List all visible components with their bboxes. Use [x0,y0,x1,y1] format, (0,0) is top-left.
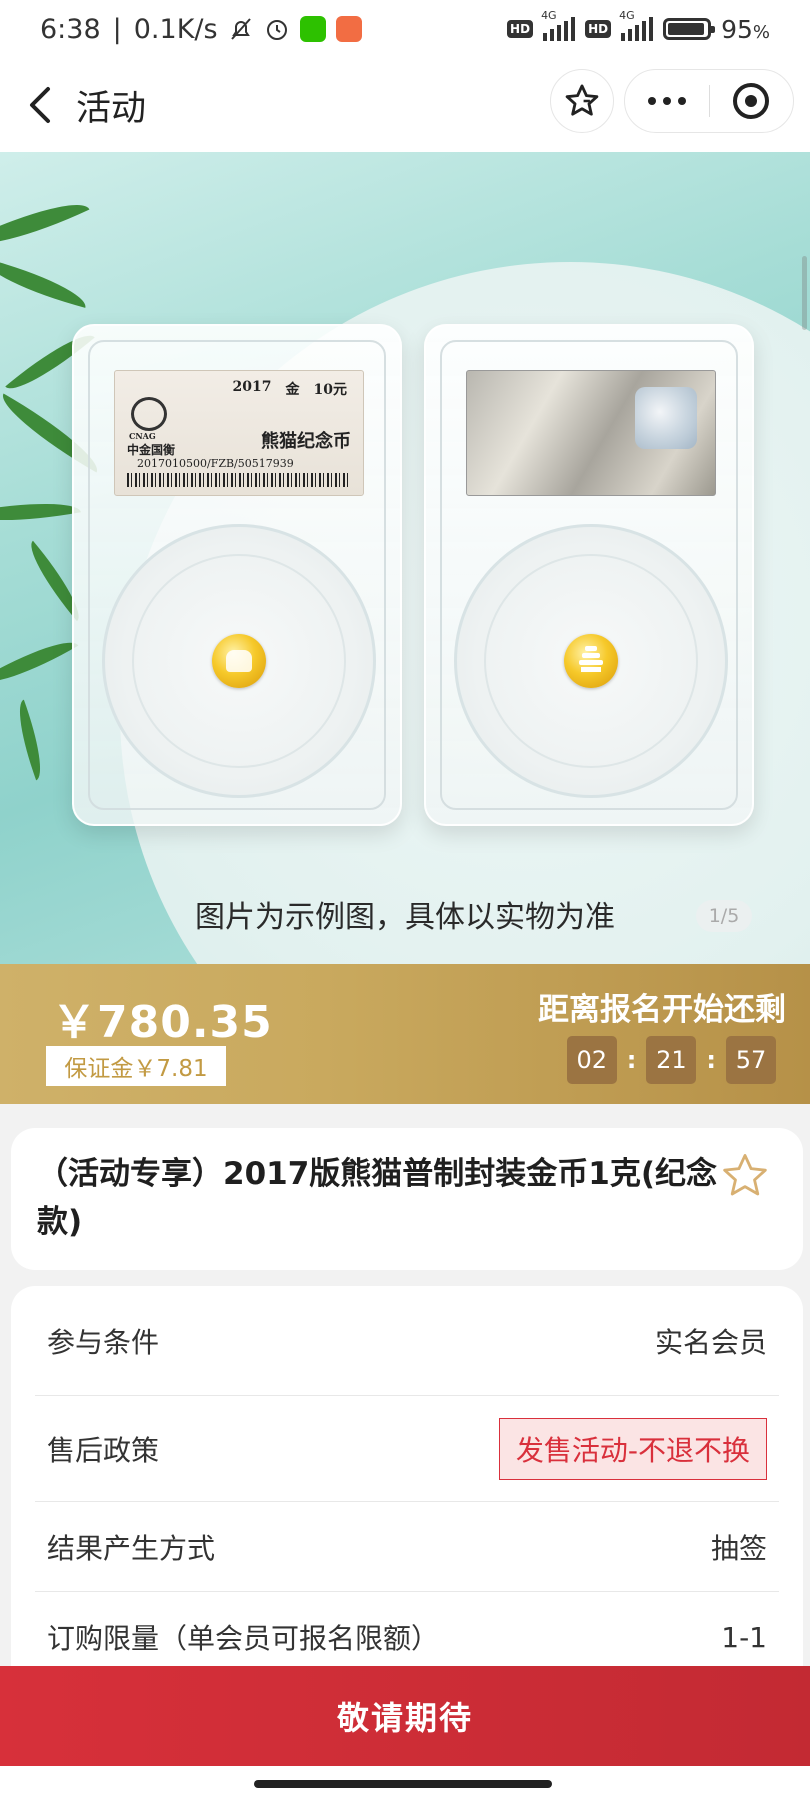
label-code: 2017010500/FZB/50517939 [137,457,294,470]
countdown-hours: 02 [566,1036,617,1084]
chevron-left-icon [30,87,50,123]
hd-icon: HD [507,20,534,38]
coin-holder-front: 2017 金 10元 CNAG 中金国衡 熊猫纪念币 2017010500/FZ… [72,324,402,826]
info-label: 参与条件 [47,1325,160,1359]
after-sale-policy-tag: 发售活动-不退不换 [498,1417,767,1480]
image-caption: 图片为示例图，具体以实物为准 [195,900,615,935]
star-outline-icon [723,1154,767,1196]
label-grader: 中金国衡 [127,443,176,457]
nav-bar: 活动 [0,58,810,152]
price: ￥780.35 [52,997,273,1048]
bamboo-leaf [0,492,81,532]
deposit-badge: 保证金￥7.81 [46,1046,226,1086]
signal-icon-2: 4G [619,9,654,41]
back-button[interactable] [0,58,80,152]
info-label: 结果产生方式 [47,1531,216,1565]
page-title: 活动 [76,88,147,129]
barcode-icon [127,473,351,487]
wechat-icon [299,16,326,42]
gold-coin-temple [564,634,618,688]
alarm-icon [266,20,287,40]
status-net-speed: 0.1K/s [133,13,218,45]
product-title: （活动专享）2017版熊猫普制封装金币1克(纪念款) [37,1156,718,1240]
bamboo-leaf [0,628,79,696]
close-miniprogram-button[interactable] [710,69,794,133]
cnag-logo-icon [131,397,167,431]
hologram-label [466,370,716,496]
bamboo-leaf [0,187,90,261]
countdown-seconds: 57 [726,1036,776,1084]
battery-icon [663,18,716,40]
signal-icon: 4G [541,9,576,41]
target-icon [733,83,770,119]
scrollbar[interactable] [802,256,807,330]
label-coin-name: 熊猫纪念币 [261,431,351,452]
coin-holder-back [424,324,754,826]
product-image-carousel[interactable]: 2017 金 10元 CNAG 中金国衡 熊猫纪念币 2017010500/FZ… [0,152,810,964]
battery-percent: 95 [721,14,753,44]
bamboo-leaf [0,258,91,308]
info-value: 实名会员 [654,1325,767,1359]
info-label: 订购限量（单会员可报名限额） [47,1622,440,1655]
status-bar: 6:38 | 0.1K/s HD 4G HD 4G 95% [0,0,810,58]
price-band: ￥780.35 保证金￥7.81 距离报名开始还剩 02 : 21 : 57 [0,964,810,1104]
hologram-icon [635,387,697,449]
more-menu-button[interactable] [625,69,709,133]
info-row: 结果产生方式 抽签 [35,1502,779,1592]
label-logo-text: CNAG [129,431,156,441]
hd-icon-2: HD [585,20,612,38]
star-outline-icon [565,84,599,116]
label-year: 2017 [232,379,272,395]
grading-label: 2017 金 10元 CNAG 中金国衡 熊猫纪念币 2017010500/FZ… [114,370,364,496]
info-label: 售后政策 [47,1433,160,1467]
label-denomination: 10元 [313,382,347,398]
info-value: 1-1 [721,1620,767,1654]
collect-button[interactable] [717,1148,773,1204]
gold-coin-panda [212,634,266,688]
bamboo-leaf [8,699,52,781]
image-pager: 1/5 [696,900,752,932]
coming-soon-button[interactable]: 敬请期待 [0,1666,810,1766]
home-indicator[interactable] [254,1780,552,1788]
temple-icon [579,646,603,674]
countdown-timer: 02 : 21 : 57 [566,1036,776,1084]
info-row: 售后政策 发售活动-不退不换 [35,1396,779,1502]
bell-muted-icon [230,18,251,40]
info-value: 抽签 [710,1531,767,1565]
app-notification-icon [335,16,362,42]
battery-unit: % [752,21,770,43]
panda-icon [226,650,252,672]
info-row: 参与条件 实名会员 [35,1286,779,1396]
countdown-minutes: 21 [646,1036,697,1084]
product-title-card: （活动专享）2017版熊猫普制封装金币1克(纪念款) [11,1128,803,1270]
miniprogram-capsule [624,69,794,133]
countdown-title: 距离报名开始还剩 [538,992,786,1028]
status-time: 6:38 [40,13,101,45]
favorite-button[interactable] [550,69,614,133]
label-metal: 金 [285,382,300,398]
